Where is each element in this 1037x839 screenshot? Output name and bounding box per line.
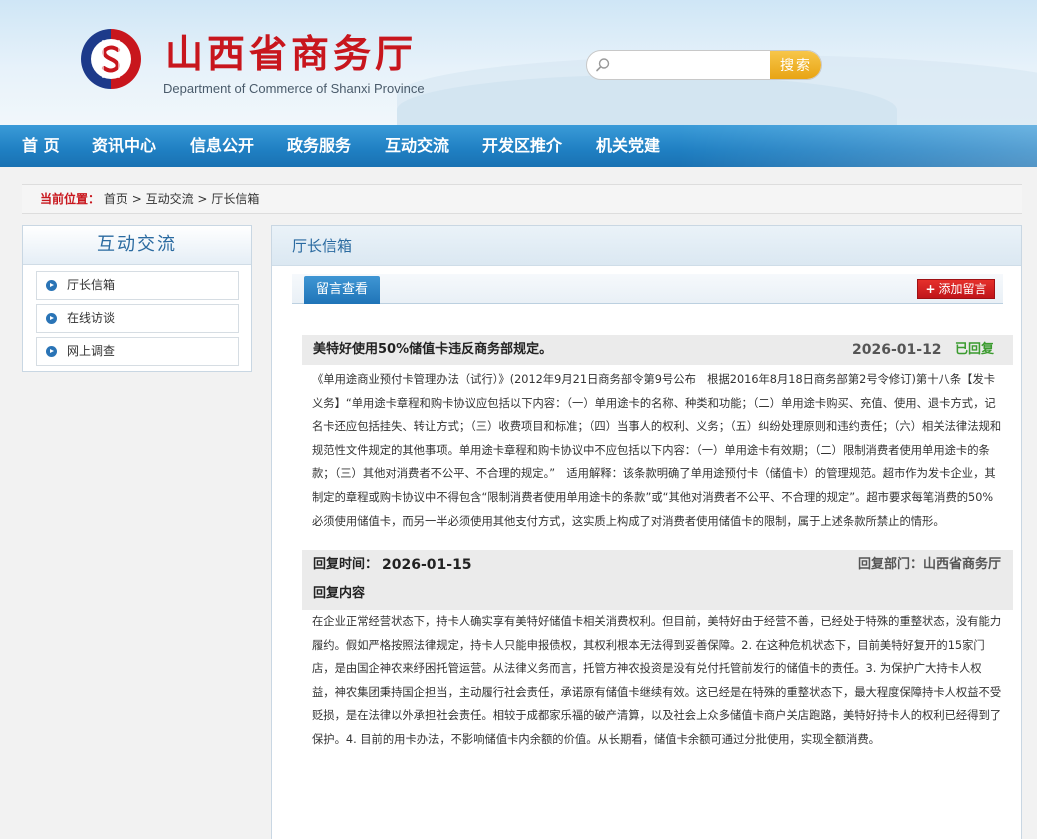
- breadcrumb-home-link[interactable]: 首页: [104, 192, 128, 206]
- sidebar-item-online-interview[interactable]: 在线访谈: [36, 304, 239, 333]
- site-logo-icon[interactable]: [78, 26, 144, 92]
- search-box: 搜索: [586, 50, 822, 80]
- plus-icon: +: [925, 282, 936, 296]
- message-date: 2026-01-12: [852, 342, 942, 358]
- nav-item-dev-zones[interactable]: 开发区推介: [482, 125, 562, 167]
- main-nav: 首 页 资讯中心 信息公开 政务服务 互动交流 开发区推介 机关党建: [0, 125, 1037, 167]
- site-header: 山西省商务厅 Department of Commerce of Shanxi …: [0, 0, 1037, 125]
- reply-body: 在企业正常经营状态下，持卡人确实享有美特好储值卡相关消费权利。但目前，美特好由于…: [312, 615, 1002, 746]
- sidebar-item-director-mailbox[interactable]: 厅长信箱: [36, 271, 239, 300]
- tab-view-messages[interactable]: 留言查看: [304, 276, 380, 304]
- sidebar-item-label: 在线访谈: [67, 311, 116, 325]
- reply-time: 2026-01-15: [382, 557, 472, 573]
- reply-header: 回复时间： 2026-01-15 回复部门：山西省商务厅 回复内容: [302, 550, 1013, 610]
- sidebar-item-online-survey[interactable]: 网上调查: [36, 337, 239, 366]
- breadcrumb-label: 当前位置：: [40, 192, 101, 206]
- reply-department: 回复部门：山西省商务厅: [858, 554, 1001, 576]
- search-icon: [596, 58, 610, 72]
- add-message-button[interactable]: + 添加留言: [917, 279, 995, 299]
- main-panel: 厅长信箱 留言查看 + 添加留言 美特好使用50%储值卡违反商务部规定。 2026…: [271, 225, 1022, 839]
- search-input[interactable]: [615, 51, 767, 79]
- reply-content-label: 回复内容: [313, 586, 366, 601]
- add-message-label: 添加留言: [938, 282, 987, 296]
- breadcrumb-current[interactable]: 厅长信箱: [211, 192, 259, 206]
- message-title: 美特好使用50%储值卡违反商务部规定。: [313, 342, 553, 357]
- nav-item-info-disclosure[interactable]: 信息公开: [190, 125, 254, 167]
- site-subtitle: Department of Commerce of Shanxi Provinc…: [163, 81, 425, 96]
- tab-bar: 留言查看 + 添加留言: [292, 274, 1003, 304]
- reply-time-label: 回复时间：: [313, 557, 379, 572]
- nav-item-news[interactable]: 资讯中心: [92, 125, 156, 167]
- nav-decoration: [677, 125, 1037, 167]
- reply-department-value: 山西省商务厅: [922, 557, 1001, 572]
- breadcrumb: 当前位置： 首页 > 互动交流 > 厅长信箱: [22, 184, 1022, 214]
- breadcrumb-separator: >: [197, 192, 208, 206]
- sidebar-title: 互动交流: [23, 226, 251, 265]
- sidebar-item-label: 厅长信箱: [67, 278, 116, 292]
- nav-item-gov-services[interactable]: 政务服务: [287, 125, 351, 167]
- breadcrumb-interaction-link[interactable]: 互动交流: [146, 192, 194, 206]
- nav-item-party-building[interactable]: 机关党建: [596, 125, 660, 167]
- message-body: 《单用途商业预付卡管理办法（试行）》(2012年9月21日商务部令第9号公布 根…: [312, 373, 1002, 528]
- breadcrumb-separator: >: [131, 192, 142, 206]
- message-header: 美特好使用50%储值卡违反商务部规定。 2026-01-12 已回复: [302, 335, 1013, 365]
- search-button[interactable]: 搜索: [770, 51, 821, 79]
- message-status-badge: 已回复: [955, 342, 995, 357]
- sidebar: 互动交流 厅长信箱 在线访谈 网上调查: [22, 225, 252, 372]
- arrow-bullet-icon: [46, 280, 57, 291]
- sidebar-item-label: 网上调查: [67, 344, 116, 358]
- nav-item-interaction[interactable]: 互动交流: [385, 125, 449, 167]
- site-title: 山西省商务厅: [165, 31, 418, 76]
- main-title: 厅长信箱: [272, 226, 1021, 266]
- reply-department-label: 回复部门：: [857, 557, 923, 572]
- arrow-bullet-icon: [46, 346, 57, 357]
- nav-item-home[interactable]: 首 页: [22, 125, 60, 167]
- arrow-bullet-icon: [46, 313, 57, 324]
